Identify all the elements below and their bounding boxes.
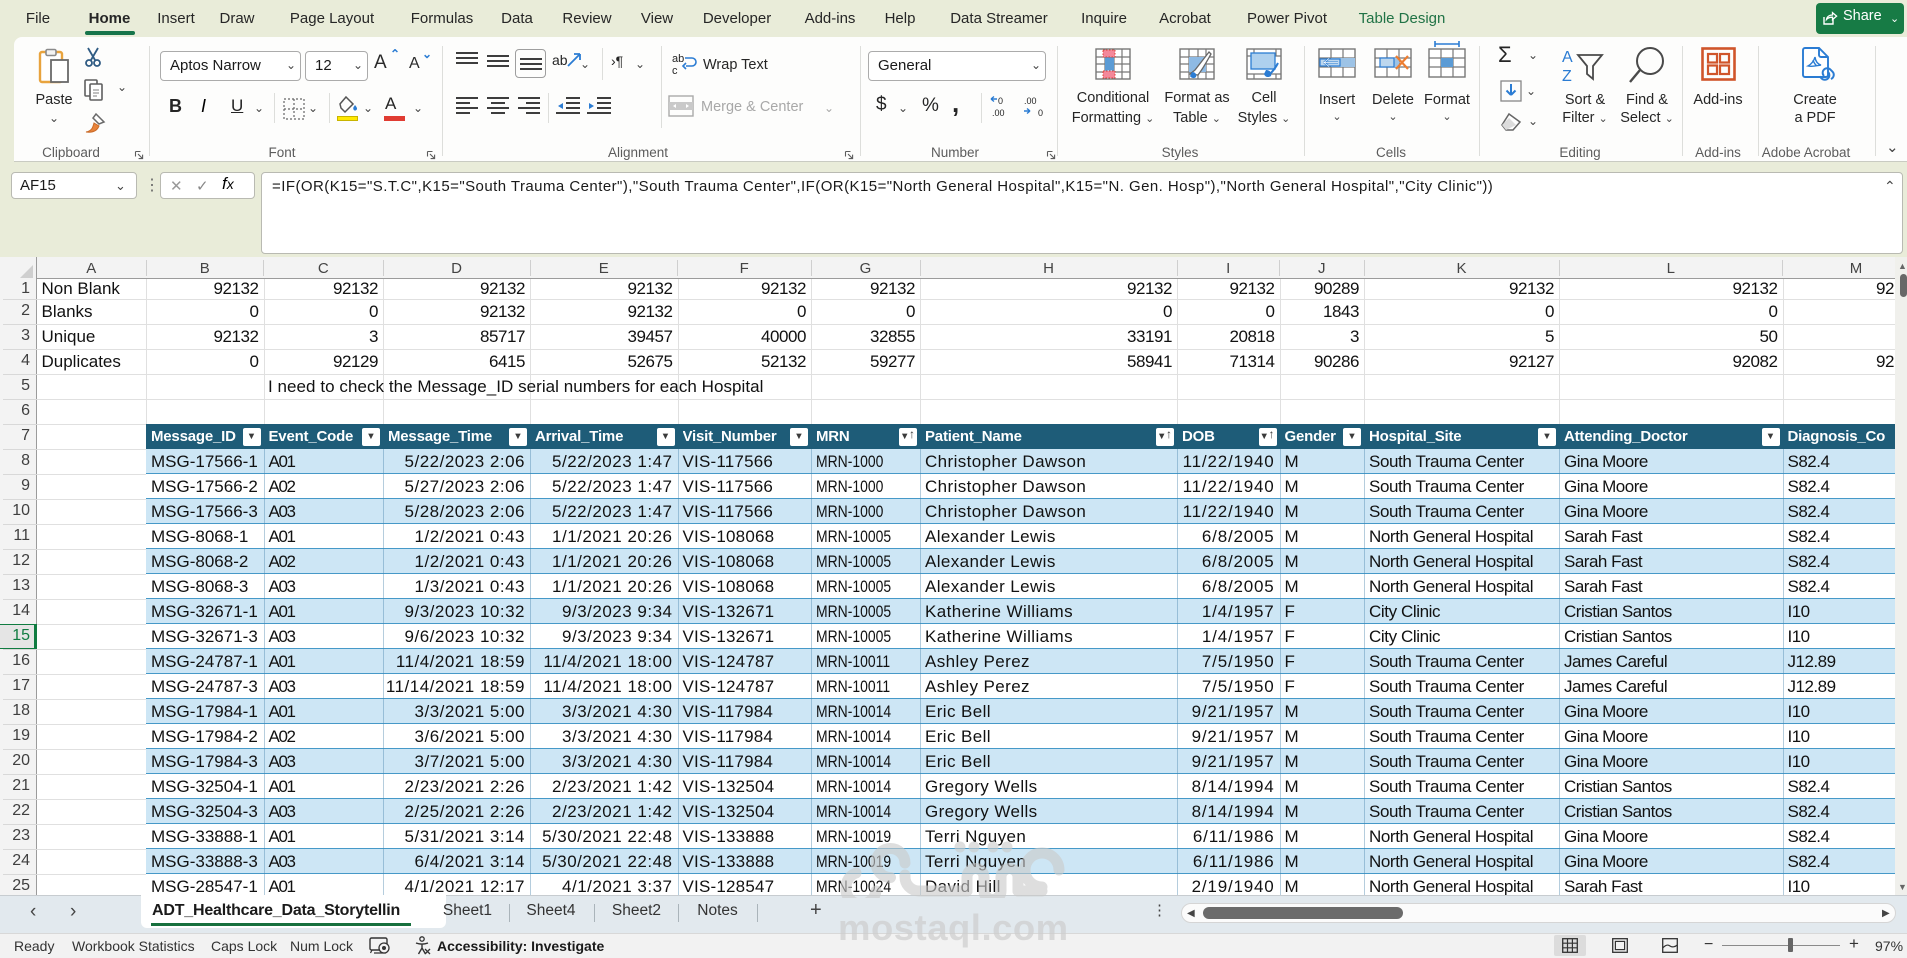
svg-text:.00: .00 (992, 108, 1005, 118)
svg-text:Z: Z (1562, 68, 1572, 84)
svg-text:A: A (1562, 49, 1573, 66)
svg-text:0: 0 (1038, 108, 1043, 118)
svg-text:c: c (672, 65, 678, 76)
svg-text:ab: ab (672, 53, 684, 65)
svg-text:.00: .00 (1024, 96, 1037, 106)
svg-text:0: 0 (998, 96, 1003, 106)
